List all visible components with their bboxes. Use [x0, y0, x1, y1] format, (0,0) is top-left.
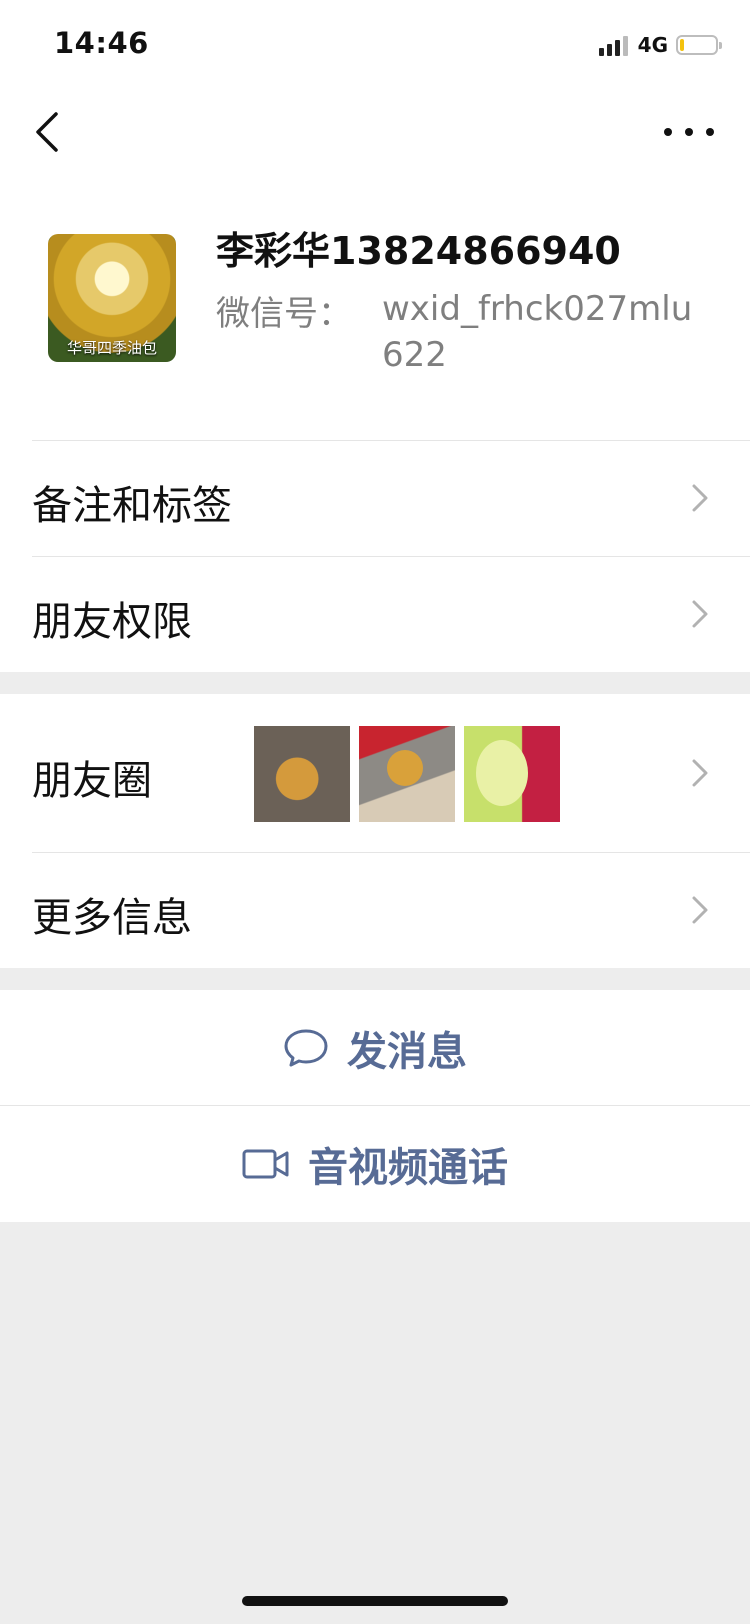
friend-permissions-row[interactable]: 朋友权限	[0, 556, 750, 672]
home-indicator[interactable]	[242, 1596, 508, 1606]
wechat-id-label: 微信号：	[216, 294, 352, 334]
nav-bar	[0, 88, 750, 176]
moments-thumbnail	[254, 726, 350, 822]
moments-thumbnail	[359, 726, 455, 822]
more-info-row[interactable]: 更多信息	[0, 852, 750, 968]
profile-header: 华哥四季油包 李彩华13824866940 微信号： wxid_frhck027…	[0, 176, 750, 440]
battery-icon	[676, 35, 722, 55]
chevron-right-icon	[692, 759, 708, 787]
status-indicators: 4G	[598, 30, 722, 60]
back-icon	[36, 112, 58, 152]
chevron-right-icon	[692, 484, 708, 512]
chevron-right-icon	[692, 896, 708, 924]
moments-label: 朋友圈	[32, 758, 152, 804]
moments-thumbnails	[254, 726, 560, 822]
send-message-button[interactable]: 发消息	[0, 990, 750, 1106]
network-type: 4G	[637, 33, 668, 57]
signal-icon	[598, 34, 628, 56]
send-message-label: 发消息	[347, 1029, 467, 1075]
wechat-id: wxid_frhck027mlu622	[382, 289, 693, 375]
avatar[interactable]: 华哥四季油包	[48, 234, 176, 362]
more-info-label: 更多信息	[32, 895, 192, 941]
more-icon	[664, 128, 672, 136]
avatar-caption: 华哥四季油包	[66, 339, 157, 357]
contact-name: 李彩华13824866940	[216, 229, 621, 273]
divider	[32, 852, 750, 853]
contact-profile-screen: 14:46 4G 华哥四季油包 李彩华13824866940 微信号： wxid…	[0, 0, 750, 1624]
chat-bubble-icon	[284, 1029, 328, 1067]
divider	[0, 1105, 750, 1106]
remarks-tags-row[interactable]: 备注和标签	[0, 440, 750, 556]
divider	[32, 556, 750, 557]
chevron-right-icon	[692, 600, 708, 628]
moments-thumbnail	[464, 726, 560, 822]
more-button[interactable]	[664, 118, 714, 146]
voice-video-call-button[interactable]: 音视频通话	[0, 1105, 750, 1222]
back-button[interactable]	[30, 106, 70, 158]
status-bar: 14:46 4G	[0, 0, 750, 88]
moments-row[interactable]: 朋友圈	[0, 694, 750, 852]
video-camera-icon	[242, 1149, 289, 1179]
remarks-tags-label: 备注和标签	[32, 483, 232, 529]
voice-video-call-label: 音视频通话	[308, 1145, 508, 1191]
divider	[32, 440, 750, 441]
status-time: 14:46	[54, 26, 149, 60]
friend-permissions-label: 朋友权限	[32, 599, 192, 645]
